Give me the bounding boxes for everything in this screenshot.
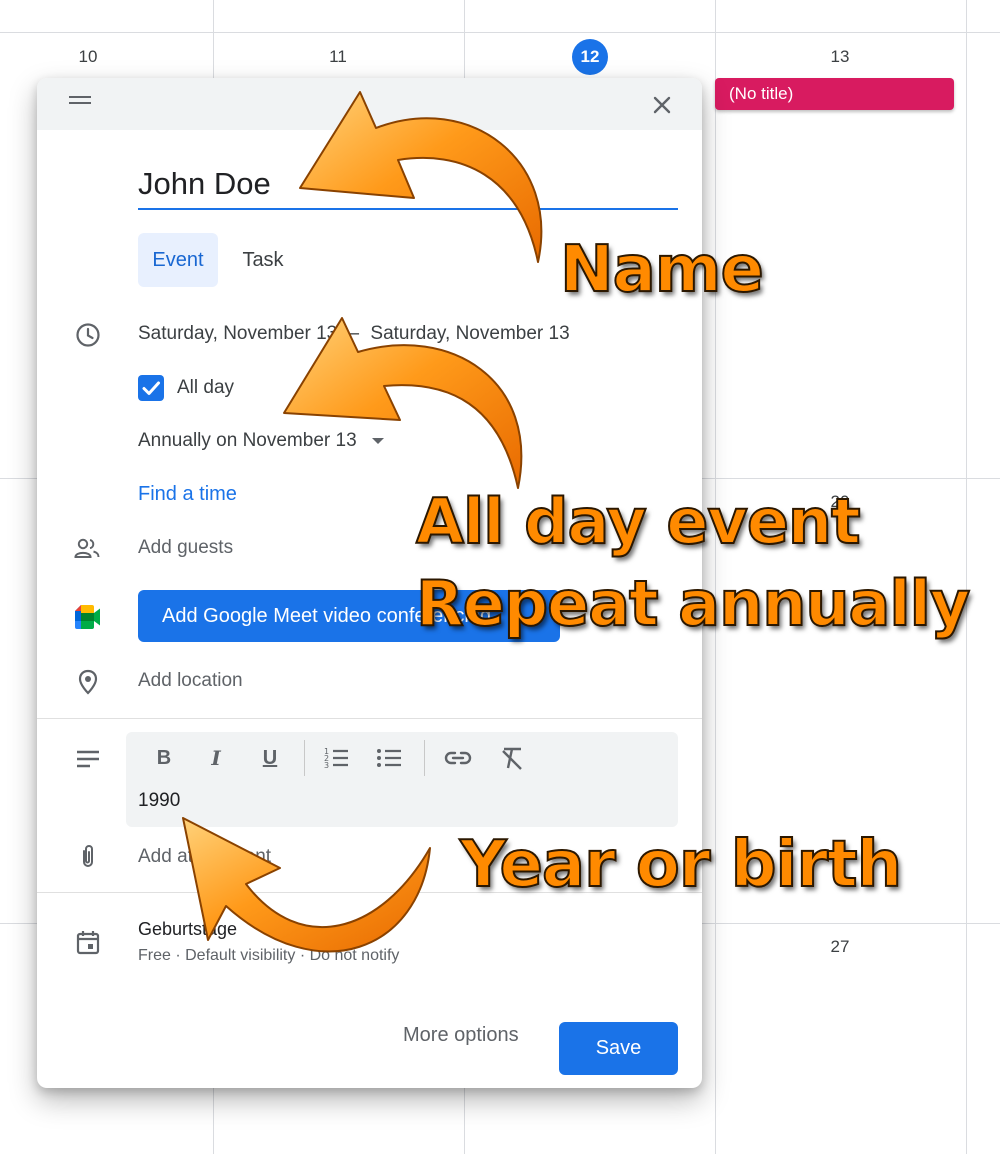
year-arrow: [182, 817, 431, 953]
callout-all-day: All day event: [415, 484, 862, 559]
all-day-arrow: [283, 317, 523, 489]
callout-repeat: Repeat annually: [415, 566, 971, 641]
callout-name: Name: [559, 232, 765, 308]
name-arrow: [299, 91, 543, 263]
callout-year: Year or birth: [459, 827, 903, 903]
